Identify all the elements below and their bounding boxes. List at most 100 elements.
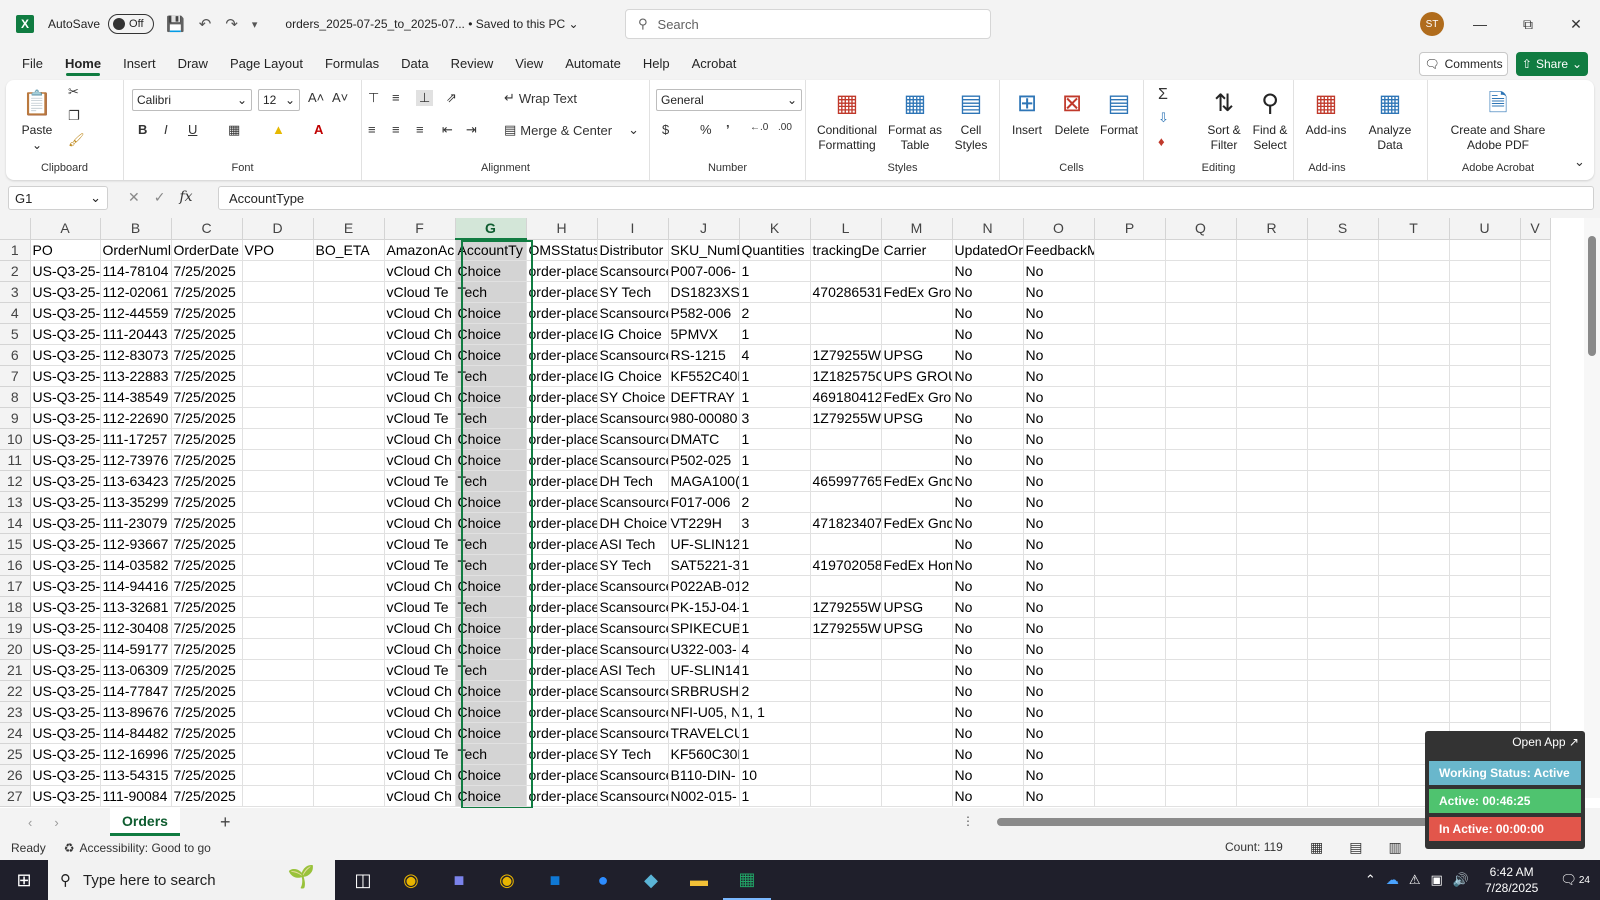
cell[interactable]: 112-44559 — [100, 302, 172, 324]
cell[interactable]: No — [1023, 743, 1095, 765]
cell[interactable] — [1165, 491, 1237, 513]
cell[interactable] — [242, 743, 314, 765]
cell[interactable] — [1094, 680, 1166, 702]
cell[interactable]: order-place — [526, 722, 598, 744]
row-header[interactable]: 22 — [0, 680, 31, 702]
cell[interactable]: 7/25/2025 — [171, 302, 243, 324]
cell[interactable]: 7/25/2025 — [171, 491, 243, 513]
cell[interactable]: No — [952, 344, 1024, 366]
cell[interactable]: US-Q3-25- — [30, 365, 101, 387]
cell[interactable] — [1236, 701, 1308, 723]
cell[interactable] — [1449, 239, 1521, 261]
accessibility-status[interactable]: ♻ Accessibility: Good to go — [64, 841, 211, 855]
cell[interactable]: order-place — [526, 701, 598, 723]
column-header-i[interactable]: I — [597, 218, 669, 240]
row-header[interactable]: 21 — [0, 659, 31, 681]
cell[interactable]: Distributor — [597, 239, 669, 261]
cell[interactable] — [1520, 239, 1551, 261]
cell[interactable]: MAGA100( — [668, 470, 740, 492]
cell[interactable]: vCloud Te — [384, 533, 456, 555]
cell[interactable] — [1094, 281, 1166, 303]
cell[interactable]: Scansource — [597, 596, 669, 618]
cell[interactable] — [881, 680, 953, 702]
cell[interactable] — [810, 764, 882, 786]
cell[interactable]: 114-03582 — [100, 554, 172, 576]
cell[interactable] — [1094, 575, 1166, 597]
cell[interactable]: 1 — [739, 554, 811, 576]
cell[interactable]: 112-73976 — [100, 449, 172, 471]
select-all-corner[interactable] — [0, 218, 31, 240]
cell[interactable] — [810, 638, 882, 660]
cell[interactable]: 1 — [739, 533, 811, 555]
cell[interactable] — [1165, 764, 1237, 786]
cell[interactable]: Tech — [455, 533, 527, 555]
cell[interactable]: No — [1023, 638, 1095, 660]
cell[interactable]: US-Q3-25- — [30, 302, 101, 324]
cell[interactable] — [1094, 260, 1166, 282]
cell[interactable]: No — [1023, 596, 1095, 618]
cell[interactable]: 7/25/2025 — [171, 722, 243, 744]
cell[interactable]: No — [952, 470, 1024, 492]
cell[interactable]: Tech — [455, 365, 527, 387]
column-header-a[interactable]: A — [30, 218, 101, 240]
cell[interactable] — [242, 764, 314, 786]
cell[interactable] — [242, 659, 314, 681]
cell[interactable]: vCloud Ch — [384, 764, 456, 786]
tab-automate[interactable]: Automate — [554, 48, 632, 78]
cell[interactable] — [1165, 302, 1237, 324]
cell[interactable] — [1520, 281, 1551, 303]
cell[interactable]: No — [952, 659, 1024, 681]
cell[interactable] — [881, 701, 953, 723]
cell[interactable]: 1 — [739, 323, 811, 345]
cell[interactable] — [313, 785, 385, 807]
cell[interactable] — [1307, 743, 1379, 765]
volume-icon[interactable]: 🔊 — [1453, 872, 1469, 888]
autosum-icon[interactable]: Σ — [1158, 86, 1168, 104]
teams-icon[interactable]: ■ — [435, 860, 483, 900]
cell[interactable]: No — [1023, 260, 1095, 282]
cell[interactable] — [1165, 680, 1237, 702]
column-header-h[interactable]: H — [526, 218, 598, 240]
wrap-text-button[interactable]: ↵ Wrap Text — [504, 90, 577, 106]
cell[interactable]: 1, 1 — [739, 701, 811, 723]
cell[interactable]: Tech — [455, 470, 527, 492]
cell[interactable] — [313, 281, 385, 303]
decrease-decimal-icon[interactable]: .00 — [778, 122, 792, 133]
cell[interactable] — [1520, 386, 1551, 408]
cell[interactable]: Choice — [455, 512, 527, 534]
cell[interactable]: No — [952, 386, 1024, 408]
chrome-profile-icon[interactable]: ◉ — [483, 860, 531, 900]
cell[interactable] — [1307, 575, 1379, 597]
cut-icon[interactable]: ✂ — [68, 84, 79, 100]
cell[interactable] — [1378, 554, 1450, 576]
cell[interactable] — [242, 554, 314, 576]
file-explorer-icon[interactable]: ▬ — [675, 860, 723, 900]
cell[interactable]: No — [952, 302, 1024, 324]
cell[interactable]: 113-22883 — [100, 365, 172, 387]
cell[interactable] — [881, 764, 953, 786]
cell[interactable]: Tech — [455, 743, 527, 765]
search-input[interactable]: ⚲ Search — [625, 9, 991, 39]
row-header[interactable]: 4 — [0, 302, 31, 324]
tab-acrobat[interactable]: Acrobat — [681, 48, 748, 78]
cell[interactable] — [242, 512, 314, 534]
cell[interactable] — [881, 659, 953, 681]
cell[interactable] — [1094, 785, 1166, 807]
analyze-data-button[interactable]: ▦ Analyze Data — [1360, 86, 1420, 153]
enter-icon[interactable]: ✓ — [154, 189, 166, 206]
cell[interactable]: 1Z79255W — [810, 407, 882, 429]
cell[interactable]: 7/25/2025 — [171, 449, 243, 471]
cell[interactable] — [1520, 638, 1551, 660]
cell[interactable] — [1094, 491, 1166, 513]
cell[interactable] — [1449, 407, 1521, 429]
cell[interactable]: No — [952, 491, 1024, 513]
cell[interactable]: PO — [30, 239, 101, 261]
cell[interactable]: Choice — [455, 491, 527, 513]
cell[interactable]: vCloud Ch — [384, 680, 456, 702]
cell[interactable] — [1378, 680, 1450, 702]
tab-formulas[interactable]: Formulas — [314, 48, 390, 78]
cell[interactable]: FedEx Hom — [881, 554, 953, 576]
cell[interactable] — [1378, 701, 1450, 723]
cell[interactable] — [1094, 407, 1166, 429]
column-header-t[interactable]: T — [1378, 218, 1450, 240]
